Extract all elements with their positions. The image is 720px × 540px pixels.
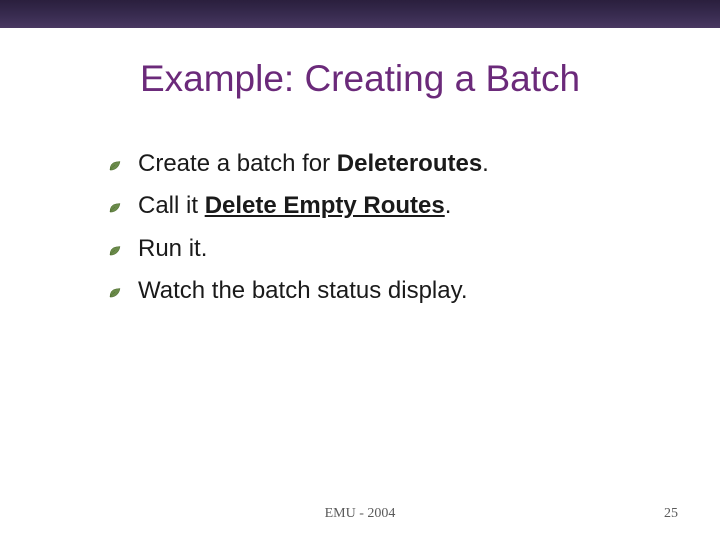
bullet-text: Call it Delete Empty Routes. xyxy=(138,190,451,222)
list-item: Call it Delete Empty Routes. xyxy=(108,190,660,222)
leaf-bullet-icon xyxy=(108,279,124,307)
text-segment: Run it. xyxy=(138,235,207,262)
bullet-text: Run it. xyxy=(138,233,207,265)
text-segment-bold-underline: Delete Empty Routes xyxy=(205,192,445,219)
text-segment-bold: Deleteroutes xyxy=(337,150,482,177)
list-item: Watch the batch status display. xyxy=(108,275,660,307)
slide-number: 25 xyxy=(664,506,678,522)
slide-title: Example: Creating a Batch xyxy=(0,58,720,100)
text-segment: Call it xyxy=(138,192,205,219)
text-segment: Watch the batch status display. xyxy=(138,277,468,304)
bullet-text: Create a batch for Deleteroutes. xyxy=(138,148,489,180)
list-item: Create a batch for Deleteroutes. xyxy=(108,148,660,180)
decorative-top-band xyxy=(0,0,720,28)
text-segment: . xyxy=(482,150,489,177)
list-item: Run it. xyxy=(108,233,660,265)
text-segment: Create a batch for xyxy=(138,150,337,177)
leaf-bullet-icon xyxy=(108,152,124,180)
bullet-text: Watch the batch status display. xyxy=(138,275,468,307)
leaf-bullet-icon xyxy=(108,194,124,222)
bullet-list: Create a batch for Deleteroutes. Call it… xyxy=(108,148,660,318)
footer-center-text: EMU - 2004 xyxy=(0,506,720,522)
leaf-bullet-icon xyxy=(108,237,124,265)
text-segment: . xyxy=(445,192,452,219)
